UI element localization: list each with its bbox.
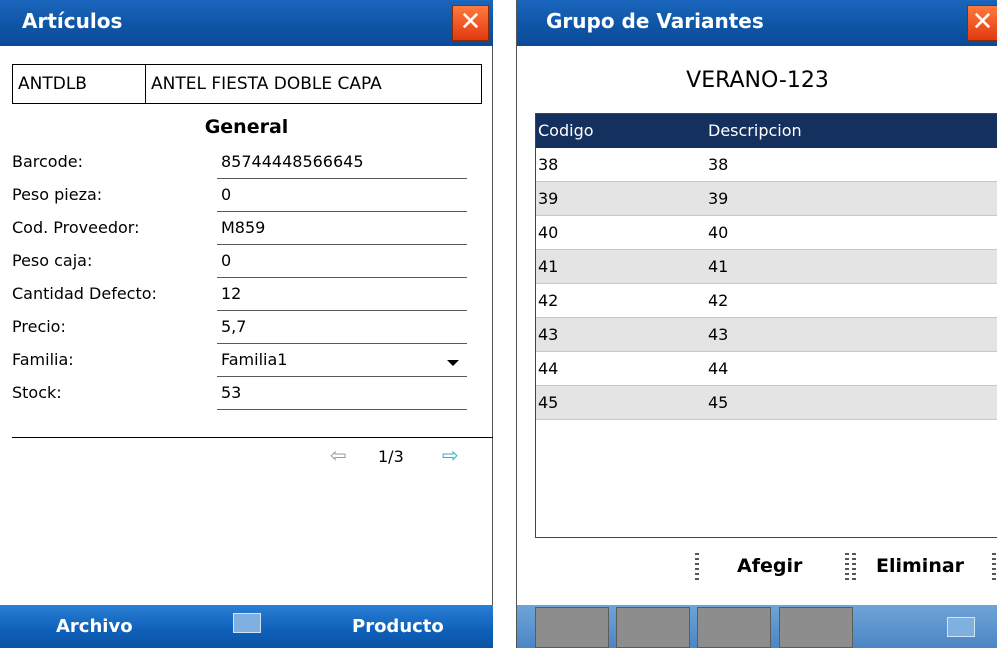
cell-descripcion: 45 xyxy=(708,393,729,412)
menu-archivo[interactable]: Archivo xyxy=(56,616,133,637)
toolbar-grip-icon xyxy=(695,553,699,583)
precio-input[interactable]: 5,7 xyxy=(217,317,467,344)
field-barcode: Barcode: 85744448566645 xyxy=(12,148,472,180)
add-button[interactable]: Afegir xyxy=(737,555,802,577)
next-page-icon[interactable]: ⇨ xyxy=(442,443,459,467)
grupo-variantes-window: Grupo de Variantes ✕ VERANO-123 Codigo D… xyxy=(516,0,997,648)
pager: ⇦ 1/3 ⇨ xyxy=(318,443,478,470)
field-label: Peso caja: xyxy=(12,251,93,270)
articulos-window: Artículos ✕ ANTDLB ANTEL FIESTA DOBLE CA… xyxy=(0,0,493,648)
field-familia: Familia: Familia1 xyxy=(12,346,472,378)
field-label: Cantidad Defecto: xyxy=(12,284,157,303)
field-cod-proveedor: Cod. Proveedor: M859 xyxy=(12,214,472,246)
title-bar: Artículos ✕ xyxy=(0,0,493,46)
toolbar-grip-icon xyxy=(845,553,849,583)
cell-codigo: 44 xyxy=(538,359,559,378)
field-label: Peso pieza: xyxy=(12,185,103,204)
table-header: Codigo Descripcion xyxy=(536,114,997,148)
cell-codigo: 38 xyxy=(538,155,559,174)
menu-producto[interactable]: Producto xyxy=(352,616,444,637)
table-row[interactable]: 38 38 xyxy=(536,148,997,182)
variants-table[interactable]: Codigo Descripcion 38 38 39 39 40 40 41 … xyxy=(535,113,997,538)
action-toolbar: Afegir Eliminar xyxy=(695,545,997,591)
cantidad-defecto-input[interactable]: 12 xyxy=(217,284,467,311)
familia-selected: Familia1 xyxy=(221,350,288,369)
close-icon: ✕ xyxy=(971,7,994,37)
field-cantidad-defecto: Cantidad Defecto: 12 xyxy=(12,280,472,312)
soft-key-3[interactable] xyxy=(697,607,771,648)
cell-descripcion: 38 xyxy=(708,155,729,174)
soft-key-2[interactable] xyxy=(616,607,690,648)
cell-descripcion: 44 xyxy=(708,359,729,378)
field-label: Stock: xyxy=(12,383,62,402)
divider xyxy=(12,437,493,438)
cell-codigo: 41 xyxy=(538,257,559,276)
field-stock: Stock: 53 xyxy=(12,379,472,411)
field-label: Barcode: xyxy=(12,152,83,171)
soft-key-4[interactable] xyxy=(779,607,853,648)
cell-codigo: 40 xyxy=(538,223,559,242)
field-peso-pieza: Peso pieza: 0 xyxy=(12,181,472,213)
article-code: ANTDLB xyxy=(18,74,87,94)
field-label: Familia: xyxy=(12,350,74,369)
barcode-input[interactable]: 85744448566645 xyxy=(217,152,467,179)
toolbar-grip-icon xyxy=(992,553,996,583)
keyboard-icon[interactable] xyxy=(947,617,975,637)
soft-key-1[interactable] xyxy=(535,607,609,648)
table-row[interactable]: 42 42 xyxy=(536,284,997,318)
group-name: VERANO-123 xyxy=(686,68,829,93)
cell-descripcion: 40 xyxy=(708,223,729,242)
article-description-field[interactable]: ANTEL FIESTA DOBLE CAPA xyxy=(145,64,482,104)
peso-pieza-input[interactable]: 0 xyxy=(217,185,467,212)
article-code-field[interactable]: ANTDLB xyxy=(12,64,146,104)
close-icon: ✕ xyxy=(459,7,482,37)
article-description: ANTEL FIESTA DOBLE CAPA xyxy=(151,74,382,94)
table-row[interactable]: 39 39 xyxy=(536,182,997,216)
cell-descripcion: 39 xyxy=(708,189,729,208)
keyboard-icon[interactable] xyxy=(233,613,261,633)
field-peso-caja: Peso caja: 0 xyxy=(12,247,472,279)
cell-codigo: 43 xyxy=(538,325,559,344)
window-title: Grupo de Variantes xyxy=(546,9,764,33)
cod-proveedor-input[interactable]: M859 xyxy=(217,218,467,245)
field-label: Cod. Proveedor: xyxy=(12,218,140,237)
cell-descripcion: 41 xyxy=(708,257,729,276)
soft-key-bar: Archivo Producto xyxy=(0,605,493,648)
table-row[interactable]: 41 41 xyxy=(536,250,997,284)
cell-descripcion: 43 xyxy=(708,325,729,344)
cell-codigo: 42 xyxy=(538,291,559,310)
field-label: Precio: xyxy=(12,317,66,336)
cell-codigo: 45 xyxy=(538,393,559,412)
familia-select[interactable]: Familia1 xyxy=(217,350,467,377)
dropdown-arrow-icon[interactable] xyxy=(447,360,459,366)
title-bar: Grupo de Variantes ✕ xyxy=(517,0,997,46)
close-button[interactable]: ✕ xyxy=(967,5,997,41)
window-title: Artículos xyxy=(22,9,123,33)
delete-button[interactable]: Eliminar xyxy=(876,555,964,577)
stock-input[interactable]: 53 xyxy=(217,383,467,410)
toolbar-grip-icon xyxy=(852,553,856,583)
cell-codigo: 39 xyxy=(538,189,559,208)
prev-page-icon[interactable]: ⇦ xyxy=(330,443,347,467)
table-row[interactable]: 40 40 xyxy=(536,216,997,250)
cell-descripcion: 42 xyxy=(708,291,729,310)
section-title: General xyxy=(204,116,289,138)
close-button[interactable]: ✕ xyxy=(452,5,489,41)
field-precio: Precio: 5,7 xyxy=(12,313,472,345)
peso-caja-input[interactable]: 0 xyxy=(217,251,467,278)
column-header-descripcion[interactable]: Descripcion xyxy=(708,121,802,140)
page-indicator: 1/3 xyxy=(378,447,404,466)
table-row[interactable]: 44 44 xyxy=(536,352,997,386)
table-row[interactable]: 45 45 xyxy=(536,386,997,420)
table-row[interactable]: 43 43 xyxy=(536,318,997,352)
column-header-codigo[interactable]: Codigo xyxy=(538,121,594,140)
